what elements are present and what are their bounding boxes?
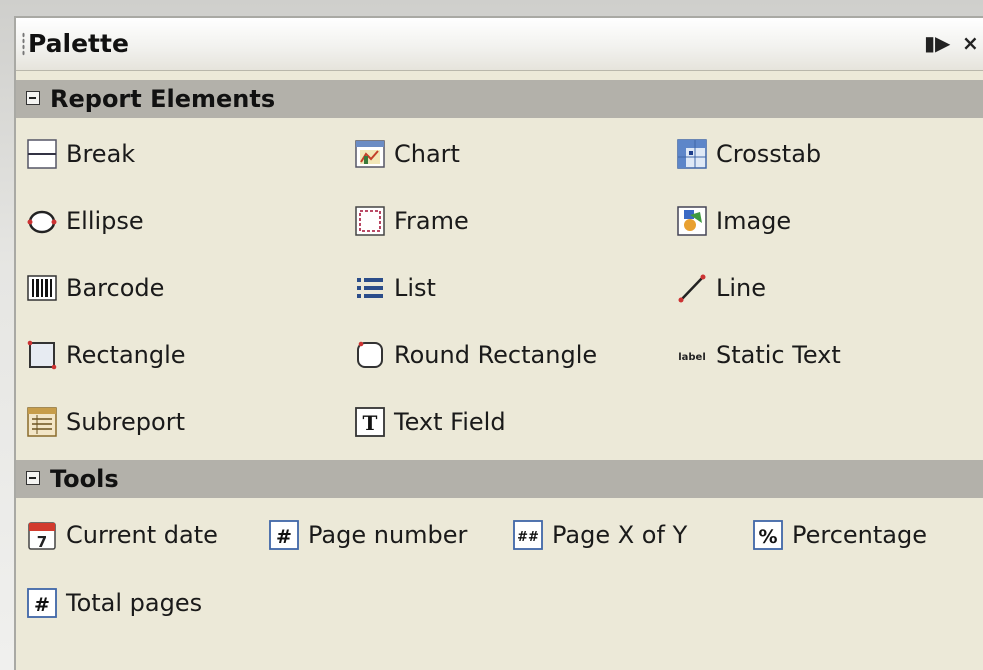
crosstab-icon: [676, 138, 708, 170]
section-label: Report Elements: [50, 85, 276, 113]
collapse-icon[interactable]: [26, 471, 40, 485]
page-x-of-y-icon-glyph: ##: [517, 530, 539, 545]
image-icon: [676, 205, 708, 237]
item-label: Round Rectangle: [394, 341, 598, 369]
item-label: Page X of Y: [552, 521, 688, 549]
item-label: Line: [716, 274, 767, 302]
item-label: Image: [716, 207, 792, 235]
total-pages-icon: #: [26, 587, 58, 619]
palette-item-subreport[interactable]: Subreport: [26, 405, 185, 439]
palette-item-total-pages[interactable]: # Total pages: [26, 586, 202, 620]
palette-item-break[interactable]: Break: [26, 137, 135, 171]
item-label: Barcode: [66, 274, 165, 302]
section-tools[interactable]: Tools: [16, 460, 983, 498]
palette-item-current-date[interactable]: 7 Current date: [26, 518, 218, 552]
percentage-icon-glyph: %: [758, 526, 777, 548]
item-label: Frame: [394, 207, 469, 235]
subreport-icon: [26, 406, 58, 438]
section-label: Tools: [50, 465, 119, 493]
palette-panel: Palette ▮▶ × Report Elements Break Chart…: [14, 16, 983, 670]
palette-item-frame[interactable]: Frame: [354, 204, 469, 238]
line-icon: [676, 272, 708, 304]
calendar-icon: 7: [26, 519, 58, 551]
section-report-elements[interactable]: Report Elements: [16, 80, 983, 118]
page-number-icon: #: [268, 519, 300, 551]
palette-item-rectangle[interactable]: Rectangle: [26, 338, 186, 372]
palette-item-line[interactable]: Line: [676, 271, 766, 305]
round-rectangle-icon: [354, 339, 386, 371]
item-label: Page number: [308, 521, 468, 549]
palette-item-list[interactable]: List: [354, 271, 436, 305]
ellipse-icon: [26, 205, 58, 237]
item-label: Percentage: [792, 521, 928, 549]
item-label: Rectangle: [66, 341, 186, 369]
pin-button[interactable]: ▮▶: [924, 31, 950, 55]
palette-item-page-x-of-y[interactable]: ## Page X of Y: [512, 518, 687, 552]
palette-item-chart[interactable]: Chart: [354, 137, 460, 171]
item-label: Total pages: [66, 589, 203, 617]
palette-item-ellipse[interactable]: Ellipse: [26, 204, 144, 238]
item-label: Current date: [66, 521, 218, 549]
total-pages-icon-glyph: #: [34, 594, 50, 616]
item-label: Chart: [394, 140, 460, 168]
collapse-icon[interactable]: [26, 91, 40, 105]
drag-grip-icon[interactable]: [22, 32, 25, 56]
percentage-icon: %: [752, 519, 784, 551]
item-label: Ellipse: [66, 207, 144, 235]
palette-item-image[interactable]: Image: [676, 204, 791, 238]
palette-title: Palette: [28, 29, 129, 58]
palette-item-crosstab[interactable]: Crosstab: [676, 137, 821, 171]
item-label: Static Text: [716, 341, 841, 369]
palette-titlebar: Palette ▮▶ ×: [16, 18, 983, 71]
static-text-icon-glyph: label: [678, 352, 706, 363]
palette-item-percentage[interactable]: % Percentage: [752, 518, 927, 552]
calendar-icon-glyph: 7: [37, 533, 47, 551]
palette-item-text-field[interactable]: T Text Field: [354, 405, 506, 439]
item-label: Subreport: [66, 408, 185, 436]
frame-icon: [354, 205, 386, 237]
close-button[interactable]: ×: [962, 31, 979, 55]
page-x-of-y-icon: ##: [512, 519, 544, 551]
list-icon: [354, 272, 386, 304]
chart-icon: [354, 138, 386, 170]
break-icon: [26, 138, 58, 170]
item-label: List: [394, 274, 436, 302]
text-field-icon: T: [354, 406, 386, 438]
barcode-icon: [26, 272, 58, 304]
palette-item-barcode[interactable]: Barcode: [26, 271, 164, 305]
item-label: Crosstab: [716, 140, 822, 168]
static-text-icon: label: [676, 339, 708, 371]
rectangle-icon: [26, 339, 58, 371]
palette-item-page-number[interactable]: # Page number: [268, 518, 467, 552]
item-label: Text Field: [394, 408, 506, 436]
item-label: Break: [66, 140, 136, 168]
palette-item-round-rectangle[interactable]: Round Rectangle: [354, 338, 597, 372]
palette-item-static-text[interactable]: label Static Text: [676, 338, 841, 372]
text-field-icon-glyph: T: [363, 411, 378, 435]
page-number-icon-glyph: #: [276, 526, 292, 548]
